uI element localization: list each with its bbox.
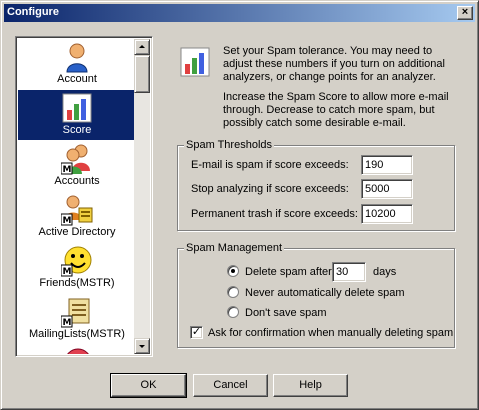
list-item-account[interactable]: Account bbox=[18, 39, 136, 89]
list-item-label: Accounts bbox=[54, 175, 100, 187]
description-text-secondary: Increase the Spam Score to allow more e-… bbox=[223, 91, 449, 129]
window-title: Configure bbox=[7, 6, 59, 18]
list-item-partial[interactable] bbox=[18, 345, 136, 354]
permanent-trash-input[interactable]: 10200 bbox=[361, 204, 413, 224]
accounts-icon: M bbox=[60, 143, 93, 175]
configure-dialog: Configure × Account Score M Accounts M A… bbox=[0, 0, 479, 410]
svg-text:M: M bbox=[63, 267, 72, 277]
smiley-icon: M bbox=[60, 245, 93, 277]
bar-chart-icon bbox=[61, 92, 93, 124]
spam-threshold-label: E-mail is spam if score exceeds: bbox=[191, 159, 349, 171]
list-item-label: Account bbox=[57, 73, 97, 85]
list-item-label: MailingLists(MSTR) bbox=[29, 328, 125, 340]
scroll-thumb[interactable] bbox=[134, 55, 150, 93]
delete-after-label: Delete spam after bbox=[245, 266, 332, 278]
category-list[interactable]: Account Score M Accounts M Active Direct… bbox=[15, 36, 153, 357]
dont-save-label: Don't save spam bbox=[245, 307, 327, 319]
stop-analyzing-label: Stop analyzing if score exceeds: bbox=[191, 183, 349, 195]
list-item-score[interactable]: Score bbox=[18, 90, 136, 140]
list-item-friends[interactable]: M Friends(MSTR) bbox=[18, 243, 136, 293]
arrow-down-icon bbox=[139, 345, 145, 348]
bar-chart-icon bbox=[179, 46, 211, 78]
list-item-label: Active Directory bbox=[38, 226, 116, 238]
close-icon: × bbox=[461, 6, 469, 18]
delete-days-input[interactable]: 30 bbox=[332, 262, 366, 282]
close-button[interactable]: × bbox=[457, 6, 473, 20]
scroll-up-button[interactable] bbox=[134, 39, 150, 55]
scroll-down-button[interactable] bbox=[134, 338, 150, 354]
delete-after-radio[interactable] bbox=[227, 265, 239, 277]
spam-threshold-input[interactable]: 190 bbox=[361, 155, 413, 175]
ok-button[interactable]: OK bbox=[110, 373, 187, 398]
stop-analyzing-input[interactable]: 5000 bbox=[361, 179, 413, 199]
help-button[interactable]: Help bbox=[273, 374, 348, 397]
list-item-accounts[interactable]: M Accounts bbox=[18, 141, 136, 191]
permanent-trash-label: Permanent trash if score exceeds: bbox=[191, 208, 358, 220]
svg-text:M: M bbox=[63, 216, 72, 226]
list-item-active-directory[interactable]: M Active Directory bbox=[18, 192, 136, 242]
never-delete-label: Never automatically delete spam bbox=[245, 287, 405, 299]
checkmark-icon: ✓ bbox=[191, 326, 202, 338]
active-directory-icon: M bbox=[60, 194, 93, 226]
angry-face-icon bbox=[61, 347, 93, 354]
arrow-up-icon bbox=[139, 45, 145, 48]
svg-text:M: M bbox=[63, 165, 72, 175]
days-label: days bbox=[373, 266, 397, 278]
group-title: Spam Management bbox=[184, 242, 284, 254]
list-item-label: Score bbox=[62, 124, 92, 136]
list-item-mailing-lists[interactable]: M MailingLists(MSTR) bbox=[18, 294, 136, 344]
confirm-delete-checkbox[interactable]: ✓ bbox=[190, 326, 203, 339]
title-bar[interactable]: Configure × bbox=[4, 4, 475, 22]
group-title: Spam Thresholds bbox=[184, 139, 275, 151]
list-item-label: Friends(MSTR) bbox=[39, 277, 115, 289]
confirm-delete-label: Ask for confirmation when manually delet… bbox=[208, 327, 454, 339]
cancel-button[interactable]: Cancel bbox=[193, 374, 268, 397]
person-icon bbox=[61, 41, 93, 73]
mailing-list-icon: M bbox=[60, 296, 93, 328]
never-delete-radio[interactable] bbox=[227, 286, 239, 298]
svg-text:M: M bbox=[63, 318, 72, 328]
description-text: Set your Spam tolerance. You may need to… bbox=[223, 45, 445, 83]
list-scrollbar[interactable] bbox=[134, 39, 150, 354]
radio-selected-dot bbox=[231, 269, 235, 273]
dont-save-radio[interactable] bbox=[227, 306, 239, 318]
